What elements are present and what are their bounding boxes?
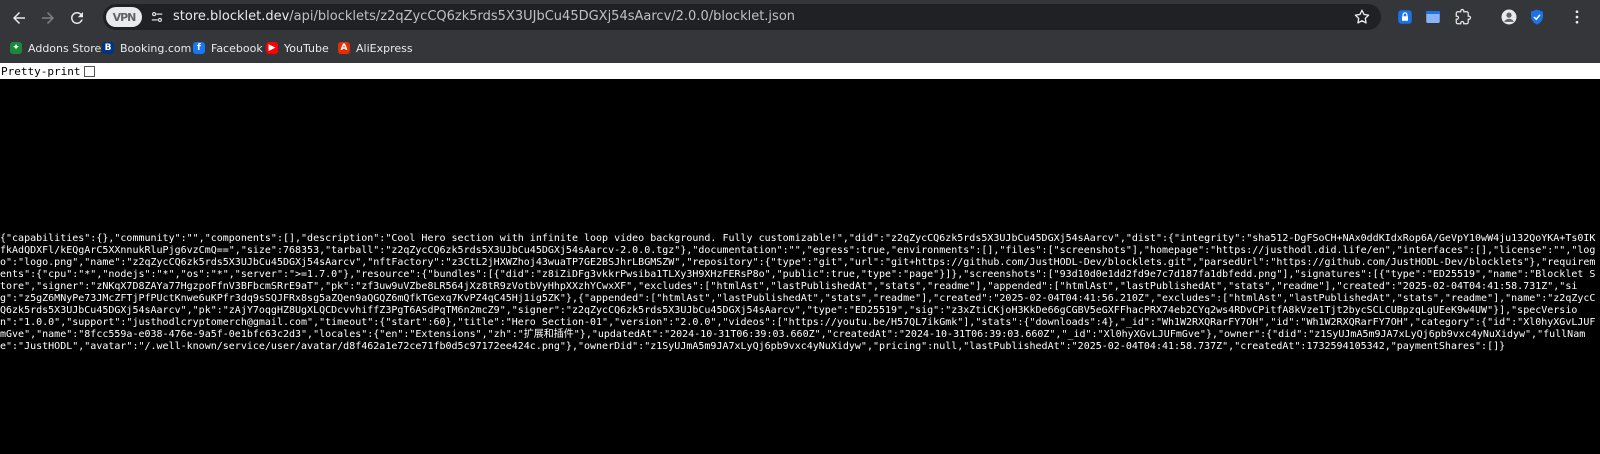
reload-icon bbox=[70, 11, 83, 24]
site-settings-icon[interactable] bbox=[150, 10, 164, 24]
bookmark-label: Addons Store bbox=[28, 41, 102, 55]
extensions-puzzle-icon[interactable] bbox=[1454, 8, 1472, 26]
profile-avatar-icon[interactable] bbox=[1500, 8, 1518, 26]
bookmark-addons-store[interactable]: ✦ Addons Store bbox=[10, 39, 101, 57]
lock-extension-icon[interactable] bbox=[1396, 8, 1414, 26]
bookmark-label: YouTube bbox=[284, 41, 329, 55]
json-body: {"capabilities":{},"community":"","compo… bbox=[0, 233, 1600, 353]
bookmarks-bar: ✦ Addons Store B Booking.com f Facebook … bbox=[0, 37, 1600, 59]
vpn-label: VPN bbox=[112, 10, 137, 24]
pretty-print-checkbox[interactable] bbox=[84, 65, 96, 77]
forward-button[interactable] bbox=[35, 5, 61, 31]
facebook-icon: f bbox=[193, 42, 205, 54]
bookmark-label: Booking.com bbox=[120, 41, 192, 55]
reload-button[interactable] bbox=[64, 5, 90, 31]
bookmark-booking[interactable]: B Booking.com bbox=[102, 39, 191, 57]
browser-toolbar: VPN store.blocklet.dev/api/blocklets/z2q… bbox=[0, 0, 1600, 34]
bookmark-label: AliExpress bbox=[356, 41, 413, 55]
arrow-right-icon bbox=[42, 12, 54, 24]
browser-chrome: VPN store.blocklet.dev/api/blocklets/z2q… bbox=[0, 0, 1600, 63]
bookmark-star-icon[interactable] bbox=[1353, 8, 1371, 26]
aliexpress-icon: A bbox=[338, 42, 350, 54]
bookmark-facebook[interactable]: f Facebook bbox=[193, 39, 263, 57]
window-extension-icon[interactable] bbox=[1424, 8, 1442, 26]
pretty-print-label: Pretty-print bbox=[1, 64, 81, 78]
url-text[interactable]: store.blocklet.dev/api/blocklets/z2qZycC… bbox=[173, 9, 795, 24]
addons-store-icon: ✦ bbox=[10, 42, 22, 54]
json-text: {"capabilities":{},"community":"","compo… bbox=[0, 233, 1596, 352]
back-button[interactable] bbox=[6, 5, 32, 31]
menu-dots-icon[interactable] bbox=[1568, 8, 1586, 26]
shield-check-icon[interactable] bbox=[1528, 8, 1546, 26]
address-bar[interactable]: VPN store.blocklet.dev/api/blocklets/z2q… bbox=[103, 4, 1381, 30]
vpn-badge[interactable]: VPN bbox=[106, 7, 142, 27]
bookmark-youtube[interactable]: ▶ YouTube bbox=[266, 39, 329, 57]
url-path: /api/blocklets/z2qZycCQ6zk5rds5X3UJbCu45… bbox=[289, 9, 796, 24]
youtube-icon: ▶ bbox=[266, 42, 278, 54]
pretty-print-bar: Pretty-print bbox=[0, 63, 1600, 79]
url-host: store.blocklet.dev bbox=[173, 9, 290, 24]
booking-icon: B bbox=[102, 42, 114, 54]
arrow-left-icon bbox=[13, 12, 25, 24]
bookmark-aliexpress[interactable]: A AliExpress bbox=[338, 39, 413, 57]
bookmark-label: Facebook bbox=[211, 41, 263, 55]
